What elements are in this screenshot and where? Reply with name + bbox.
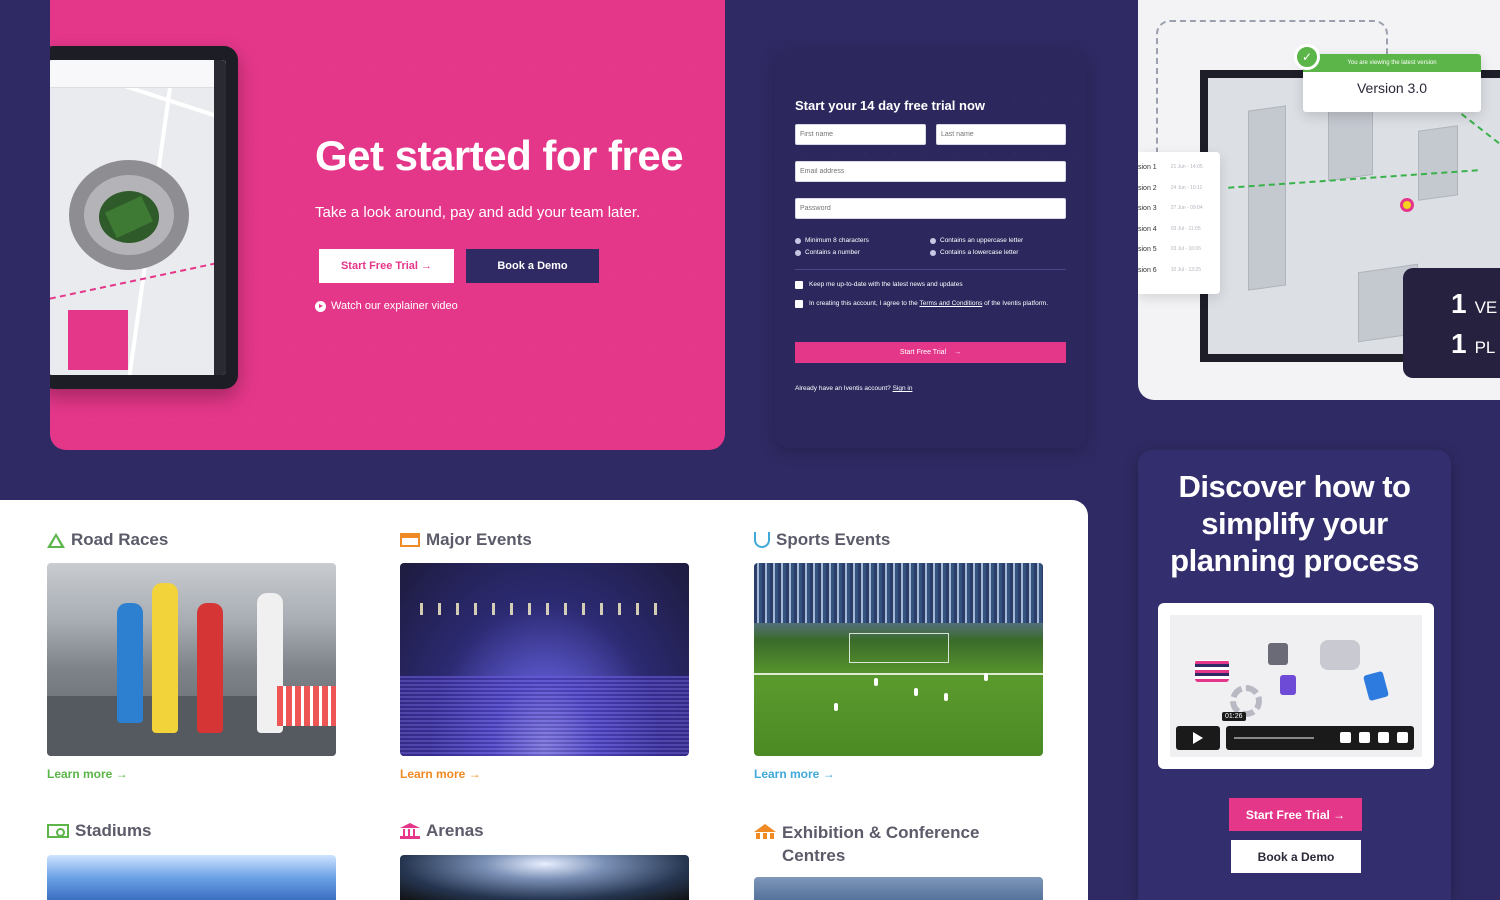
- divider: [795, 269, 1066, 270]
- use-case-stadiums: Stadiums: [47, 821, 152, 841]
- watch-video-label: Watch our explainer video: [331, 300, 458, 312]
- form-title: Start your 14 day free trial now: [795, 98, 986, 113]
- map-zone: [68, 310, 128, 370]
- version-list: sion 1 21 Jun - 14:05 sion 2 24 Jun - 10:1…: [1138, 152, 1220, 294]
- arenas-image[interactable]: [400, 855, 689, 900]
- version-list-item[interactable]: sion 3 27 Jun - 09:04: [1138, 205, 1220, 226]
- arena-icon: [400, 823, 420, 839]
- stadiums-image[interactable]: [47, 855, 336, 900]
- check-circle-icon: [795, 249, 801, 256]
- play-icon[interactable]: [1176, 726, 1220, 750]
- version-badge: You are viewing the latest version Versi…: [1303, 54, 1481, 112]
- email-field[interactable]: [795, 161, 1066, 182]
- learn-more-sports-events[interactable]: Learn more →: [754, 767, 835, 781]
- explainer-video-player[interactable]: 01:26: [1158, 603, 1434, 769]
- start-free-trial-button[interactable]: Start Free Trial →: [319, 249, 454, 283]
- use-case-title: Stadiums: [75, 821, 152, 840]
- use-case-exhibition: Exhibition & Conference Centres: [754, 821, 1004, 867]
- major-events-image[interactable]: [400, 563, 689, 756]
- use-case-road-races: Road Races: [47, 530, 168, 550]
- list-graphic-icon: [1195, 660, 1229, 682]
- form-submit-button[interactable]: Start Free Trial →: [795, 342, 1066, 363]
- requirement-item: Minimum 8 characters: [795, 237, 869, 244]
- signin-link[interactable]: Sign in: [893, 385, 913, 392]
- arrow-right-icon: →: [954, 349, 962, 356]
- trial-signup-form: Start your 14 day free trial now Minimum…: [775, 50, 1087, 448]
- version-list-item[interactable]: sion 2 24 Jun - 10:11: [1138, 185, 1220, 206]
- watch-video-link[interactable]: Watch our explainer video: [315, 300, 458, 312]
- hero-title: Get started for free: [315, 132, 684, 179]
- signin-prompt: Already have an Iventis account? Sign in: [795, 385, 913, 392]
- discover-title: Discover how to simplify your planning p…: [1170, 469, 1419, 578]
- settings-gear-icon[interactable]: [1397, 732, 1408, 743]
- tablet-mockup: [50, 46, 238, 389]
- use-case-title: Arenas: [426, 821, 484, 840]
- hero-subtitle: Take a look around, pay and add your tea…: [315, 204, 641, 221]
- stadium-illustration: [69, 160, 189, 270]
- use-case-arenas: Arenas: [400, 821, 484, 841]
- discover-panel: Discover how to simplify your planning p…: [1138, 450, 1451, 900]
- last-name-field[interactable]: [936, 124, 1066, 145]
- map-toolbar[interactable]: [214, 60, 226, 375]
- check-circle-icon: [795, 237, 801, 244]
- use-case-sports-events: Sports Events: [754, 530, 890, 550]
- version-counter-panel: 1 VE 1 PL: [1403, 268, 1500, 378]
- sports-events-image[interactable]: [754, 563, 1043, 756]
- use-case-title: Major Events: [426, 530, 532, 549]
- learn-more-road-races[interactable]: Learn more →: [47, 767, 128, 781]
- use-case-title: Exhibition & Conference Centres: [782, 823, 980, 865]
- exhibition-icon: [754, 824, 776, 840]
- version-list-item[interactable]: sion 1 21 Jun - 14:05: [1138, 164, 1220, 185]
- first-name-field[interactable]: [795, 124, 926, 145]
- check-icon: ✓: [1294, 44, 1320, 70]
- trophy-icon: [754, 532, 770, 548]
- version-history-card: You are viewing the latest version Versi…: [1138, 0, 1500, 400]
- newsletter-checkbox[interactable]: [795, 281, 803, 289]
- events-icon: [400, 533, 420, 547]
- check-circle-icon: [930, 237, 936, 244]
- discover-start-trial-button[interactable]: Start Free Trial →: [1229, 798, 1362, 831]
- play-circle-icon: [315, 300, 326, 312]
- book-demo-button[interactable]: Book a Demo: [466, 249, 599, 283]
- check-circle-icon: [930, 249, 936, 256]
- printer-graphic-icon: [1268, 643, 1288, 665]
- exhibition-image[interactable]: [754, 877, 1043, 900]
- volume-icon[interactable]: [1340, 732, 1351, 743]
- road-icon: [47, 532, 65, 548]
- transcript-icon[interactable]: [1378, 732, 1389, 743]
- requirement-item: Contains a number: [795, 249, 860, 256]
- video-controls: 01:26: [1176, 712, 1414, 751]
- road-races-image[interactable]: [47, 563, 336, 756]
- pitch-icon: [47, 824, 69, 838]
- tablet-map-screen: [50, 60, 226, 375]
- map-pin-icon: [1400, 198, 1414, 212]
- use-case-title: Road Races: [71, 530, 169, 549]
- requirement-item: Contains a lowercase letter: [930, 249, 1018, 256]
- terms-link[interactable]: Terms and Conditions: [919, 300, 982, 307]
- doc-graphic-icon: [1362, 670, 1390, 702]
- requirement-item: Contains an uppercase letter: [930, 237, 1023, 244]
- version-list-item[interactable]: sion 4 03 Jul - 11:05: [1138, 226, 1220, 247]
- video-frame[interactable]: 01:26: [1170, 615, 1422, 757]
- use-case-title: Sports Events: [776, 530, 891, 549]
- video-time: 01:26: [1222, 712, 1246, 721]
- password-field[interactable]: [795, 198, 1066, 219]
- use-case-major-events: Major Events: [400, 530, 532, 550]
- learn-more-major-events[interactable]: Learn more →: [400, 767, 481, 781]
- form-graphic-icon: [1280, 675, 1296, 695]
- version-badge-title: Version 3.0: [1356, 80, 1428, 96]
- use-cases-panel: Road Races Learn more → Major Events Lea…: [0, 500, 1088, 900]
- terms-checkbox[interactable]: [795, 300, 803, 308]
- captions-icon[interactable]: [1359, 732, 1370, 743]
- version-list-item[interactable]: sion 6 10 Jul - 13:25: [1138, 267, 1220, 288]
- newsletter-checkbox-row[interactable]: Keep me up-to-date with the latest news …: [795, 280, 963, 290]
- version-badge-status: You are viewing the latest version: [1303, 54, 1481, 72]
- stadium-graphic-icon: [1320, 640, 1360, 670]
- discover-book-demo-button[interactable]: Book a Demo: [1231, 840, 1361, 873]
- video-progress[interactable]: 01:26: [1222, 712, 1414, 750]
- terms-checkbox-row[interactable]: In creating this account, I agree to the…: [795, 299, 1055, 309]
- hero-card: Get started for free Take a look around,…: [50, 0, 725, 450]
- version-list-item[interactable]: sion 5 03 Jul - 16:06: [1138, 246, 1220, 267]
